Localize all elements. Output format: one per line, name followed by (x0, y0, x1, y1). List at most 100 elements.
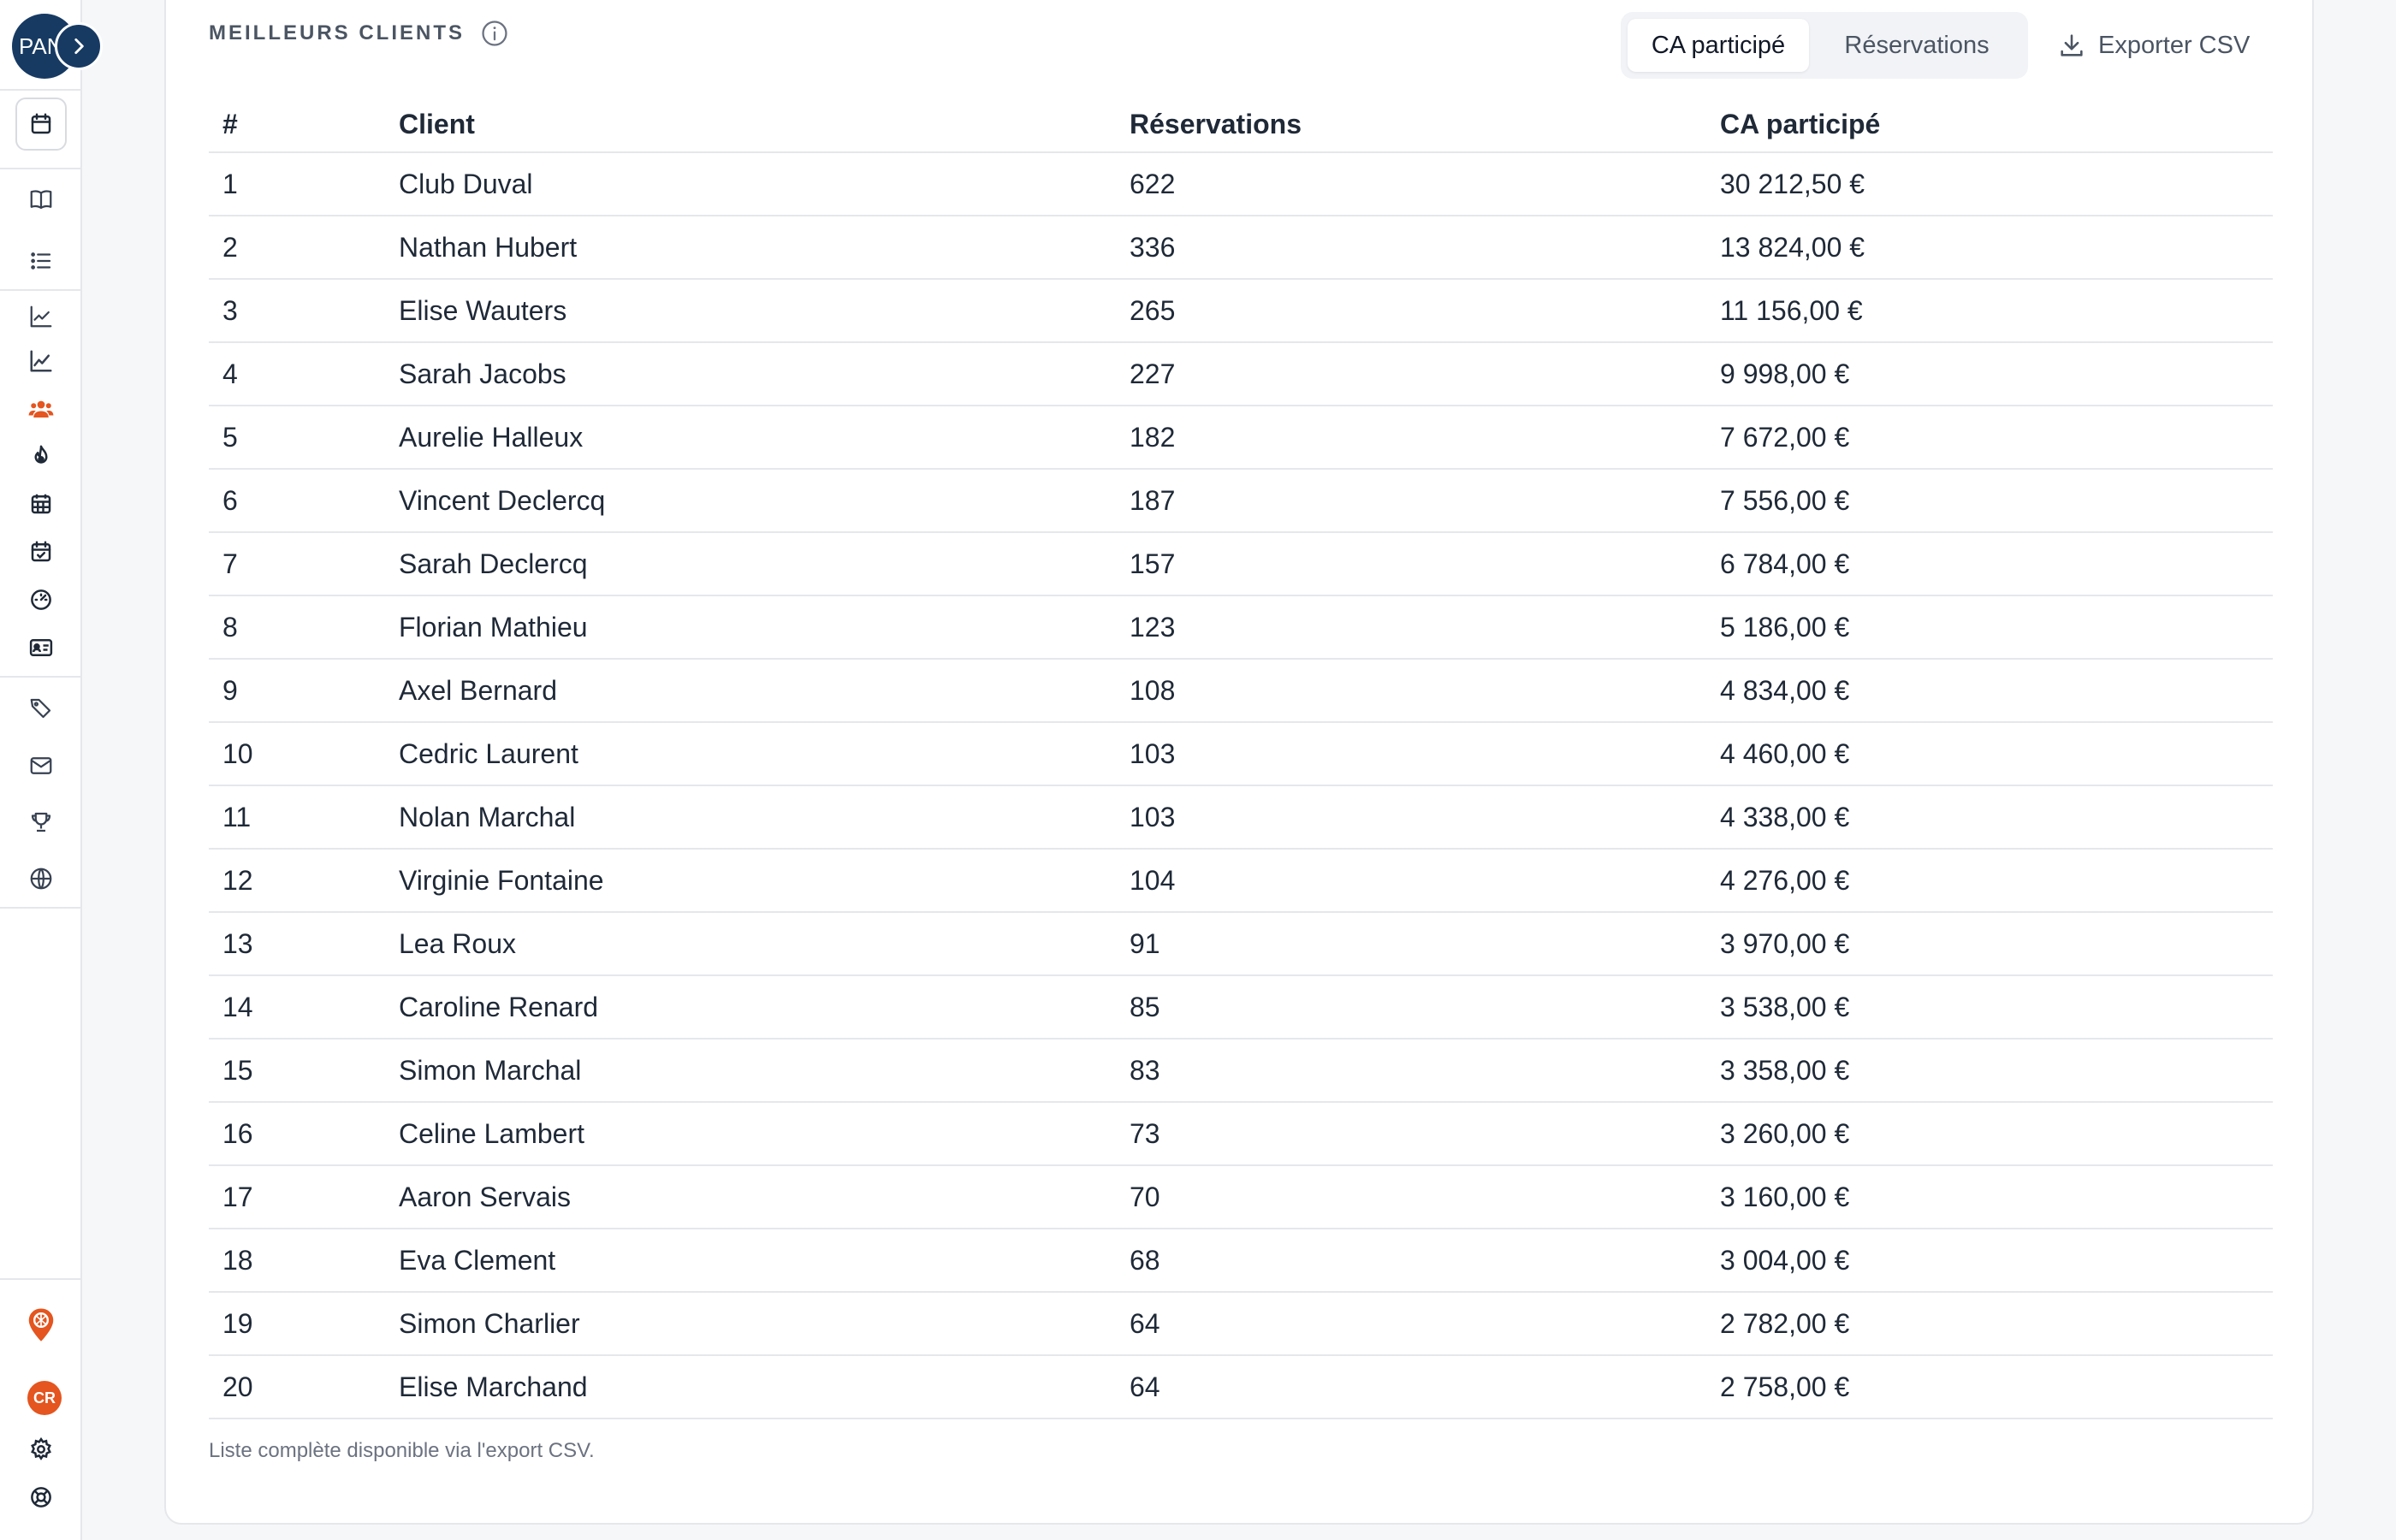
client-name-link[interactable]: Sarah Jacobs (385, 342, 1116, 406)
client-name-link[interactable]: Simon Charlier (385, 1292, 1116, 1356)
reservations-cell: 70 (1116, 1165, 1706, 1229)
client-name-link[interactable]: Lea Roux (385, 912, 1116, 976)
table-row: 7 Sarah Declercq 157 6 784,00 € (209, 532, 2273, 596)
reservations-cell: 64 (1116, 1292, 1706, 1356)
sidebar-item-help[interactable] (24, 1480, 58, 1514)
table-row: 11 Nolan Marchal 103 4 338,00 € (209, 785, 2273, 850)
sidebar-divider (0, 676, 82, 678)
rank-cell: 6 (209, 469, 385, 533)
metric-toggle: CA participé Réservations (1621, 12, 2028, 79)
client-name-link[interactable]: Virginie Fontaine (385, 849, 1116, 913)
rank-cell: 20 (209, 1355, 385, 1419)
sidebar-item-activity[interactable] (24, 439, 58, 473)
download-icon (2061, 34, 2083, 56)
rank-cell: 2 (209, 216, 385, 280)
sidebar: PAN CR (0, 0, 103, 1540)
reservations-cell: 108 (1116, 659, 1706, 723)
table-row: 2 Nathan Hubert 336 13 824,00 € (209, 216, 2273, 280)
client-name-link[interactable]: Axel Bernard (385, 659, 1116, 723)
table-row: 14 Caroline Renard 85 3 538,00 € (209, 975, 2273, 1040)
reservations-cell: 157 (1116, 532, 1706, 596)
sidebar-item-planning[interactable] (24, 487, 58, 521)
calendar-icon (31, 113, 51, 134)
section-title-text: MEILLEURS CLIENTS (209, 21, 466, 44)
table-row: 13 Lea Roux 91 3 970,00 € (209, 912, 2273, 976)
client-name-link[interactable]: Aurelie Halleux (385, 406, 1116, 470)
sidebar-item-tournaments[interactable] (24, 805, 58, 839)
chevron-right-icon (74, 38, 84, 54)
ca-cell: 4 338,00 € (1706, 785, 2273, 850)
sidebar-item-messages[interactable] (24, 749, 58, 783)
client-name-link[interactable]: Florian Mathieu (385, 595, 1116, 660)
rank-cell: 17 (209, 1165, 385, 1229)
rank-cell: 10 (209, 722, 385, 786)
rank-cell: 8 (209, 595, 385, 660)
table-row: 5 Aurelie Halleux 182 7 672,00 € (209, 406, 2273, 470)
client-name-link[interactable]: Eva Clement (385, 1229, 1116, 1293)
toggle-reservations[interactable]: Réservations (1816, 19, 2018, 72)
sidebar-item-promotions[interactable] (24, 691, 58, 726)
client-name-link[interactable]: Caroline Renard (385, 975, 1116, 1040)
sidebar-divider (0, 1278, 82, 1280)
table-row: 17 Aaron Servais 70 3 160,00 € (209, 1165, 2273, 1229)
client-name-link[interactable]: Elise Wauters (385, 279, 1116, 343)
sidebar-item-website[interactable] (24, 862, 58, 896)
rank-cell: 3 (209, 279, 385, 343)
client-name-link[interactable]: Celine Lambert (385, 1102, 1116, 1166)
sidebar-item-bookings[interactable] (24, 535, 58, 569)
ca-cell: 3 160,00 € (1706, 1165, 2273, 1229)
column-header-client[interactable]: Client (385, 86, 1116, 153)
tags-icon (30, 698, 51, 719)
sidebar-item-performance[interactable] (24, 583, 58, 617)
client-name-link[interactable]: Club Duval (385, 152, 1116, 216)
top-clients-card: MEILLEURS CLIENTS CA participé Réservati… (164, 0, 2314, 1525)
sidebar-item-analytics[interactable] (24, 299, 58, 334)
table-row: 4 Sarah Jacobs 227 9 998,00 € (209, 342, 2273, 406)
info-icon[interactable] (480, 19, 509, 48)
sidebar-item-trends[interactable] (24, 344, 58, 378)
sidebar-item-venue[interactable] (22, 1305, 60, 1346)
client-name-link[interactable]: Elise Marchand (385, 1355, 1116, 1419)
section-title: MEILLEURS CLIENTS (209, 19, 509, 48)
toggle-ca-participe[interactable]: CA participé (1628, 19, 1809, 72)
sidebar-item-calendar[interactable] (15, 98, 67, 151)
sidebar-item-list[interactable] (24, 244, 58, 278)
client-name-link[interactable]: Sarah Declercq (385, 532, 1116, 596)
top-clients-table: # Client Réservations CA participé 1 Club… (209, 86, 2273, 1419)
ca-cell: 7 556,00 € (1706, 469, 2273, 533)
ca-cell: 3 538,00 € (1706, 975, 2273, 1040)
table-header-row: # Client Réservations CA participé (209, 86, 2273, 153)
book-icon (30, 190, 52, 210)
export-csv-button[interactable]: Exporter CSV (2057, 12, 2250, 79)
client-name-link[interactable]: Cedric Laurent (385, 722, 1116, 786)
users-icon (28, 400, 54, 418)
sidebar-item-members[interactable] (24, 631, 58, 665)
client-name-link[interactable]: Vincent Declercq (385, 469, 1116, 533)
rank-cell: 1 (209, 152, 385, 216)
table-row: 16 Celine Lambert 73 3 260,00 € (209, 1102, 2273, 1166)
sidebar-item-settings[interactable] (24, 1432, 58, 1466)
ca-cell: 3 260,00 € (1706, 1102, 2273, 1166)
sidebar-item-clients[interactable] (24, 392, 58, 426)
column-header-ca[interactable]: CA participé (1706, 86, 2273, 153)
trophy-icon (31, 812, 51, 832)
ca-cell: 6 784,00 € (1706, 532, 2273, 596)
table-row: 3 Elise Wauters 265 11 156,00 € (209, 279, 2273, 343)
reservations-cell: 622 (1116, 152, 1706, 216)
reservations-cell: 68 (1116, 1229, 1706, 1293)
reservations-cell: 182 (1116, 406, 1706, 470)
rank-cell: 13 (209, 912, 385, 976)
sidebar-item-book[interactable] (24, 182, 58, 216)
rank-cell: 18 (209, 1229, 385, 1293)
sidebar-divider (0, 168, 82, 169)
client-name-link[interactable]: Aaron Servais (385, 1165, 1116, 1229)
rank-cell: 14 (209, 975, 385, 1040)
ca-cell: 4 460,00 € (1706, 722, 2273, 786)
client-name-link[interactable]: Nathan Hubert (385, 216, 1116, 280)
user-avatar[interactable]: CR (27, 1381, 62, 1415)
expand-sidebar-button[interactable] (55, 22, 103, 70)
column-header-reservations[interactable]: Réservations (1116, 86, 1706, 153)
client-name-link[interactable]: Nolan Marchal (385, 785, 1116, 850)
client-name-link[interactable]: Simon Marchal (385, 1039, 1116, 1103)
ca-cell: 7 672,00 € (1706, 406, 2273, 470)
